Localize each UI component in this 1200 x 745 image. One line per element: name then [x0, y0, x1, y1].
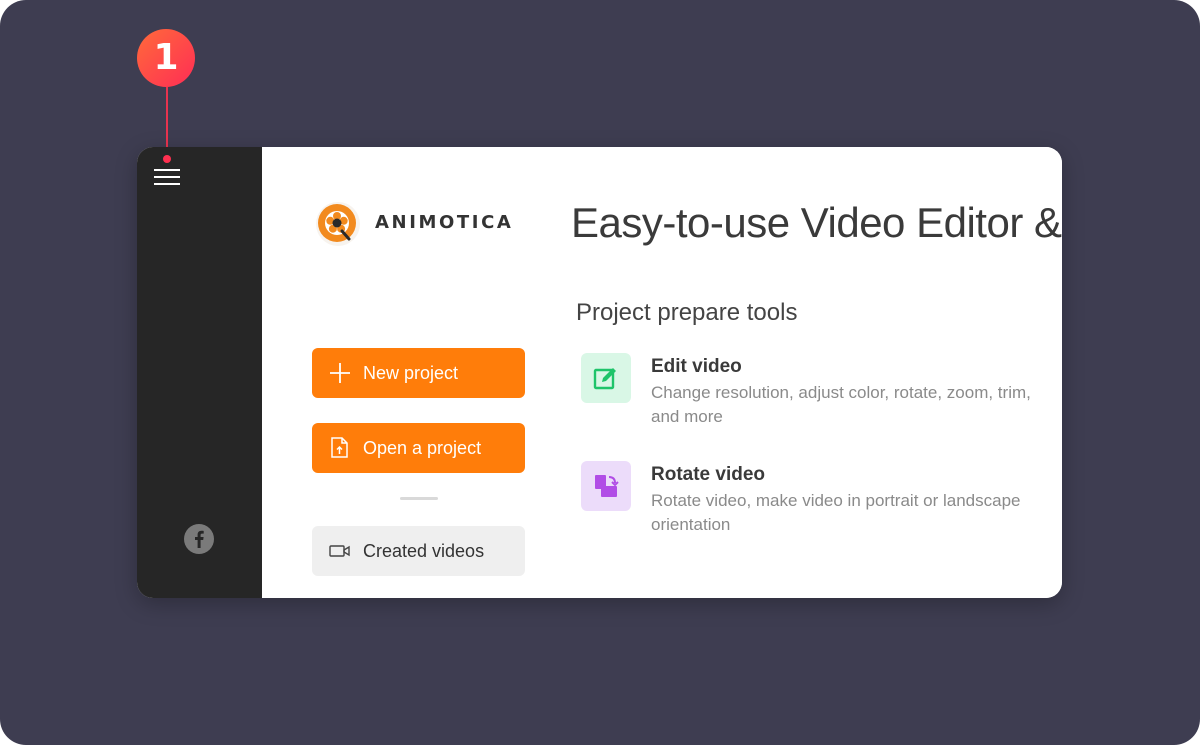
section-title: Project prepare tools — [576, 299, 798, 326]
callout-dot — [163, 155, 171, 163]
app-window: ANIMOTICA Easy-to-use Video Editor & New… — [137, 147, 1062, 598]
tool-description: Change resolution, adjust color, rotate,… — [651, 383, 1031, 426]
new-project-button[interactable]: New project — [312, 348, 525, 398]
open-project-button[interactable]: Open a project — [312, 423, 525, 473]
plus-icon — [328, 361, 352, 385]
sidebar — [137, 147, 262, 598]
page-headline: Easy-to-use Video Editor & — [571, 199, 1062, 246]
facebook-icon[interactable] — [184, 524, 214, 554]
tool-title: Rotate video — [651, 464, 766, 485]
animotica-logo-icon — [315, 201, 361, 247]
divider — [400, 497, 438, 500]
tool-title: Edit video — [651, 356, 742, 377]
edit-icon — [581, 353, 631, 403]
tool-edit-video[interactable]: Edit video Change resolution, adjust col… — [581, 353, 1041, 433]
rotate-icon — [581, 461, 631, 511]
brand-name: ANIMOTICA — [375, 212, 514, 233]
new-project-label: New project — [363, 362, 459, 383]
created-videos-label: Created videos — [363, 540, 485, 561]
open-project-label: Open a project — [363, 437, 482, 458]
video-camera-icon — [328, 539, 352, 563]
tool-description: Rotate video, make video in portrait or … — [651, 491, 1021, 534]
open-file-icon — [328, 436, 352, 460]
main-panel: ANIMOTICA Easy-to-use Video Editor & New… — [262, 147, 1062, 598]
tool-rotate-video[interactable]: Rotate video Rotate video, make video in… — [581, 461, 1041, 541]
backdrop: 1 ANIMOTICA Easy-to-use Video Editor & N… — [0, 0, 1200, 745]
step-badge: 1 — [137, 29, 195, 87]
hamburger-menu-icon[interactable] — [154, 167, 180, 187]
created-videos-button[interactable]: Created videos — [312, 526, 525, 576]
